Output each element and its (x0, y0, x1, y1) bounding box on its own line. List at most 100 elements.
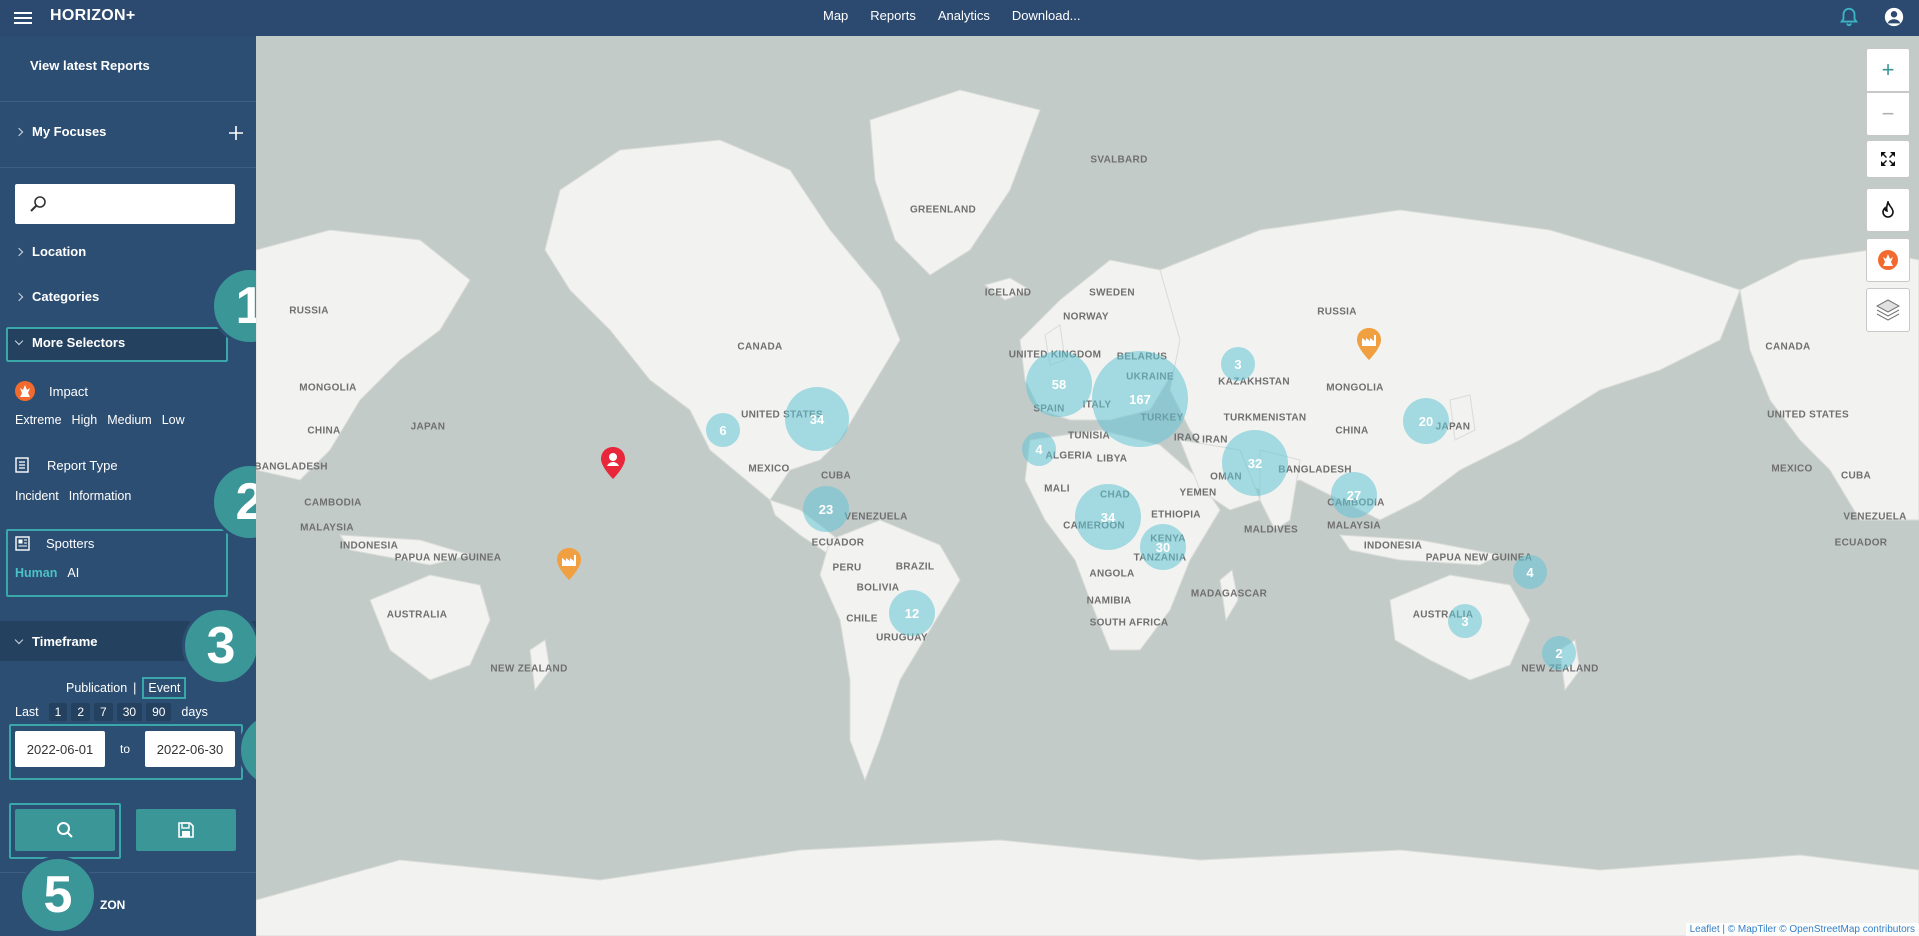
report-cluster[interactable]: 27 (1331, 472, 1377, 518)
incident-marker-red[interactable] (600, 446, 626, 480)
report-cluster[interactable]: 58 (1026, 351, 1092, 417)
days-2[interactable]: 2 (71, 703, 91, 721)
report-cluster[interactable]: 34 (1075, 484, 1141, 550)
map-country-label: MONGOLIA (299, 382, 357, 394)
map-country-label: MALI (1044, 483, 1070, 495)
location-toggle[interactable]: Location (14, 244, 256, 259)
chevron-right-icon (14, 247, 24, 256)
map-country-label: PERU (832, 562, 862, 574)
user-account-icon[interactable] (1883, 6, 1905, 28)
map-country-label: BOLIVIA (856, 582, 900, 594)
report-cluster[interactable]: 20 (1403, 398, 1449, 444)
report-cluster[interactable]: 4 (1022, 432, 1056, 466)
map-country-label: CHINA (1335, 425, 1369, 437)
report-cluster[interactable]: 30 (1140, 524, 1186, 570)
map-country-label: NORWAY (1063, 311, 1109, 323)
more-selectors-toggle[interactable]: More Selectors (14, 335, 256, 350)
report-cluster[interactable]: 32 (1222, 430, 1288, 496)
map-country-label: NAMIBIA (1086, 595, 1132, 607)
map-country-label: AUSTRALIA (386, 609, 448, 621)
map-country-label: CUBA (1840, 470, 1872, 482)
report-cluster[interactable]: 34 (785, 387, 849, 451)
map-country-label: ECUADOR (1834, 537, 1888, 549)
spotters-ai[interactable]: AI (67, 566, 79, 580)
brand-logo[interactable]: HORIZON+ (50, 7, 136, 25)
impact-extreme[interactable]: Extreme (15, 413, 62, 427)
map-country-label: SOUTH AFRICA (1089, 617, 1169, 629)
nav-reports[interactable]: Reports (870, 8, 916, 23)
world-map[interactable]: GREENLAND SVALBARD ICELAND SWEDEN NORWAY RUSS… (256, 36, 1919, 936)
map-attribution[interactable]: Leaflet | © MapTiler © OpenStreetMap con… (1685, 923, 1919, 936)
search-button[interactable] (15, 809, 115, 851)
map-country-label: MALAYSIA (300, 522, 354, 534)
impact-options: Extreme High Medium Low (15, 413, 256, 427)
zoom-out-button[interactable]: − (1866, 92, 1910, 136)
document-icon (15, 457, 29, 473)
map-country-label: ICELAND (984, 287, 1032, 299)
timeframe-event[interactable]: Event (142, 677, 187, 699)
layers-button[interactable] (1866, 288, 1910, 332)
report-cluster[interactable]: 2 (1542, 636, 1576, 670)
report-cluster[interactable]: 3 (1448, 604, 1482, 638)
map-country-label: MEXICO (748, 463, 790, 475)
nav-map[interactable]: Map (823, 8, 848, 23)
map-country-label: MALDIVES (1243, 524, 1299, 536)
map-country-label: CUBA (820, 470, 852, 482)
chevron-right-icon (14, 127, 24, 136)
impact-high[interactable]: High (72, 413, 98, 427)
save-button[interactable] (136, 809, 236, 851)
map-country-label: ANGOLA (1089, 568, 1135, 580)
map-country-label: INDONESIA (339, 540, 399, 552)
date-to-input[interactable]: 2022-06-30 (145, 731, 235, 767)
step-badge-3: 3 (182, 607, 260, 685)
map-country-label: CANADA (737, 341, 783, 353)
report-cluster[interactable]: 6 (706, 413, 740, 447)
timeframe-publication[interactable]: Publication (66, 681, 127, 695)
timeframe-quick-days: Last 1 2 7 30 90 days (15, 703, 208, 721)
impact-icon (1878, 250, 1898, 270)
add-focus-icon[interactable] (229, 126, 243, 140)
report-cluster[interactable]: 4 (1513, 555, 1547, 589)
my-focuses-toggle[interactable]: My Focuses (14, 124, 256, 139)
menu-icon[interactable] (14, 9, 32, 25)
impact-low[interactable]: Low (162, 413, 185, 427)
days-7[interactable]: 7 (94, 703, 113, 721)
days-1[interactable]: 1 (48, 703, 68, 721)
spotters-header: Spotters (15, 536, 256, 551)
search-input[interactable] (15, 184, 235, 224)
days-90[interactable]: 90 (146, 703, 172, 721)
report-cluster[interactable]: 167 (1092, 351, 1188, 447)
map-country-label: LIBYA (1096, 453, 1128, 465)
impact-layer-button[interactable] (1866, 238, 1910, 282)
nav-download[interactable]: Download... (1012, 8, 1081, 23)
map-country-label: VENEZUELA (844, 511, 908, 523)
chevron-down-icon (14, 336, 24, 346)
report-type-incident[interactable]: Incident (15, 489, 59, 503)
nav-analytics[interactable]: Analytics (938, 8, 990, 23)
spotters-human[interactable]: Human (15, 566, 57, 580)
main-nav: Map Reports Analytics Download... (823, 8, 1081, 23)
date-from-input[interactable]: 2022-06-01 (15, 731, 105, 767)
map-country-label: MEXICO (1771, 463, 1813, 475)
heatmap-toggle-button[interactable] (1866, 188, 1910, 232)
factory-marker-orange[interactable] (1356, 327, 1382, 361)
report-cluster[interactable]: 12 (889, 590, 935, 636)
top-navbar: HORIZON+ Map Reports Analytics Download.… (0, 0, 1919, 36)
factory-marker-orange[interactable] (556, 547, 582, 581)
report-cluster[interactable]: 23 (803, 486, 849, 532)
bell-icon[interactable] (1838, 6, 1860, 28)
map-country-label: MALAYSIA (1327, 520, 1381, 532)
report-cluster[interactable]: 3 (1221, 347, 1255, 381)
zoom-in-button[interactable]: + (1866, 48, 1910, 92)
report-type-header: Report Type (15, 457, 256, 473)
view-latest-reports-link[interactable]: View latest Reports (30, 58, 256, 73)
map-country-label: CHINA (307, 425, 341, 437)
fullscreen-button[interactable] (1866, 140, 1910, 178)
impact-medium[interactable]: Medium (107, 413, 151, 427)
chevron-right-icon (14, 292, 24, 301)
chevron-down-icon (14, 635, 24, 645)
days-30[interactable]: 30 (116, 703, 143, 721)
fullscreen-icon (1881, 152, 1895, 166)
report-type-information[interactable]: Information (69, 489, 132, 503)
map-country-label: PAPUA NEW GUINEA (394, 552, 502, 564)
